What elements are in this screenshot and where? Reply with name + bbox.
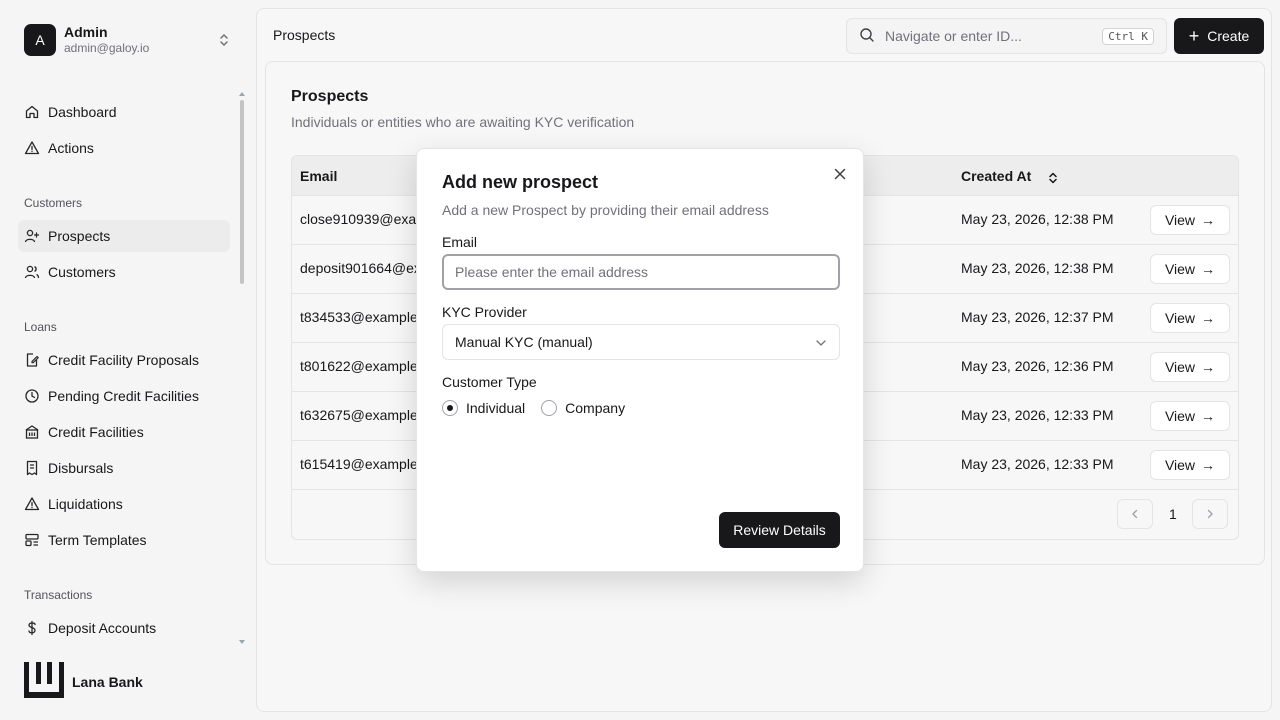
chevron-down-icon [815, 334, 827, 350]
email-field[interactable] [442, 254, 840, 290]
email-label: Email [442, 234, 478, 250]
add-prospect-dialog: Add new prospect Add a new Prospect by p… [416, 148, 864, 572]
dialog-title: Add new prospect [442, 172, 599, 192]
radio-label: Individual [466, 400, 526, 416]
close-icon[interactable] [831, 165, 849, 183]
customer-type-label: Customer Type [442, 374, 537, 390]
kyc-provider-label: KYC Provider [442, 304, 527, 320]
radio-option-company[interactable]: Company [541, 400, 625, 416]
kyc-provider-select[interactable]: Manual KYC (manual) [442, 324, 840, 360]
dialog-description: Add a new Prospect by providing their em… [442, 202, 769, 218]
kyc-provider-value: Manual KYC (manual) [455, 334, 593, 350]
radio-button[interactable] [442, 400, 458, 416]
radio-button[interactable] [541, 400, 558, 416]
review-details-button[interactable]: Review Details [719, 512, 840, 548]
customer-type-radio-group: Individual Company [442, 400, 641, 416]
radio-label: Company [565, 400, 626, 416]
radio-option-individual[interactable]: Individual [442, 400, 525, 416]
